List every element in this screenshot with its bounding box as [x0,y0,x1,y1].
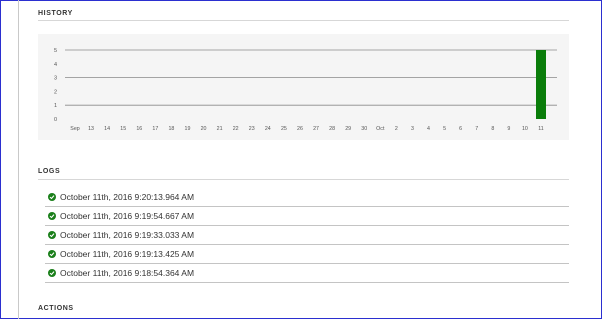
chart-x-tick-label: 20 [201,126,207,132]
chart-y-tick-label: 3 [54,76,57,82]
left-divider [18,0,19,319]
logs-divider [38,179,569,180]
history-chart-svg: 012345Sep 13 14 15 16 17 18 19 20 21 22 23 24 25 26 27 2… [54,48,557,132]
chart-x-tick-label: 8 [491,126,494,132]
check-circle-icon [48,193,56,201]
log-entry[interactable]: October 11th, 2016 9:19:13.425 AM [45,245,569,264]
chart-x-tick-label: 19 [185,126,191,132]
chart-y-tick-label: 1 [54,103,57,109]
history-heading: HISTORY [38,10,73,17]
chart-x-tick-label: 13 [88,126,94,132]
chart-y-tick-label: 0 [54,117,57,123]
check-circle-icon [48,250,56,258]
chart-x-tick-label: 6 [459,126,462,132]
chart-x-tick-label: Oct [376,126,385,132]
check-circle-icon [48,231,56,239]
chart-x-tick-label: 27 [313,126,319,132]
chart-x-tick-label: 17 [152,126,158,132]
chart-x-tick-label: 4 [427,126,430,132]
log-list: October 11th, 2016 9:20:13.964 AM Octobe… [45,188,569,283]
chart-x-tick-label: 15 [120,126,126,132]
chart-x-tick-label: 29 [345,126,351,132]
chart-x-tick-label: 21 [217,126,223,132]
check-circle-icon [48,269,56,277]
log-timestamp: October 11th, 2016 9:20:13.964 AM [60,192,195,202]
chart-x-tick-label: 9 [507,126,510,132]
actions-heading: ACTIONS [38,305,74,312]
chart-x-tick-label: 5 [443,126,446,132]
chart-x-tick-label: 2 [395,126,398,132]
chart-x-tick-label: 22 [233,126,239,132]
history-divider [38,20,569,21]
chart-y-tick-label: 5 [54,48,57,54]
chart-x-tick-label: 30 [361,126,367,132]
logs-heading: LOGS [38,168,61,175]
chart-x-tick-label: 24 [265,126,271,132]
log-timestamp: October 11th, 2016 9:18:54.364 AM [60,268,195,278]
chart-x-tick-label: 14 [104,126,110,132]
log-entry[interactable]: October 11th, 2016 9:19:33.033 AM [45,226,569,245]
chart-x-tick-label: 23 [249,126,255,132]
chart-x-tick-label: 10 [522,126,528,132]
log-timestamp: October 11th, 2016 9:19:33.033 AM [60,230,195,240]
chart-y-tick-label: 4 [54,62,57,68]
check-circle-icon [48,212,56,220]
log-timestamp: October 11th, 2016 9:19:13.425 AM [60,249,195,259]
main-content: HISTORY 0 1 2 3 4 5 Sep 13 14 15 16 17 18 19 20 21 22 23 2… [38,0,569,319]
log-entry[interactable]: October 11th, 2016 9:19:54.667 AM [45,207,569,226]
chart-x-tick-label: 18 [168,126,174,132]
chart-x-tick-label: 3 [411,126,414,132]
history-chart: 0 1 2 3 4 5 Sep 13 14 15 16 17 18 19 20 21 22 23 24 25 26 27 2… [38,34,569,140]
log-entry[interactable]: October 11th, 2016 9:18:54.364 AM [45,264,569,283]
log-timestamp: October 11th, 2016 9:19:54.667 AM [60,211,195,221]
chart-x-tick-label: 25 [281,126,287,132]
log-entry[interactable]: October 11th, 2016 9:20:13.964 AM [45,188,569,207]
chart-x-tick-label: 28 [329,126,335,132]
chart-y-tick-label: 2 [54,89,57,95]
chart-x-tick-label: 7 [475,126,478,132]
chart-x-tick-label: 11 [538,126,544,132]
chart-bar [536,50,546,119]
chart-x-tick-label: Sep [70,126,79,132]
chart-x-tick-label: 26 [297,126,303,132]
chart-x-tick-label: 16 [136,126,142,132]
